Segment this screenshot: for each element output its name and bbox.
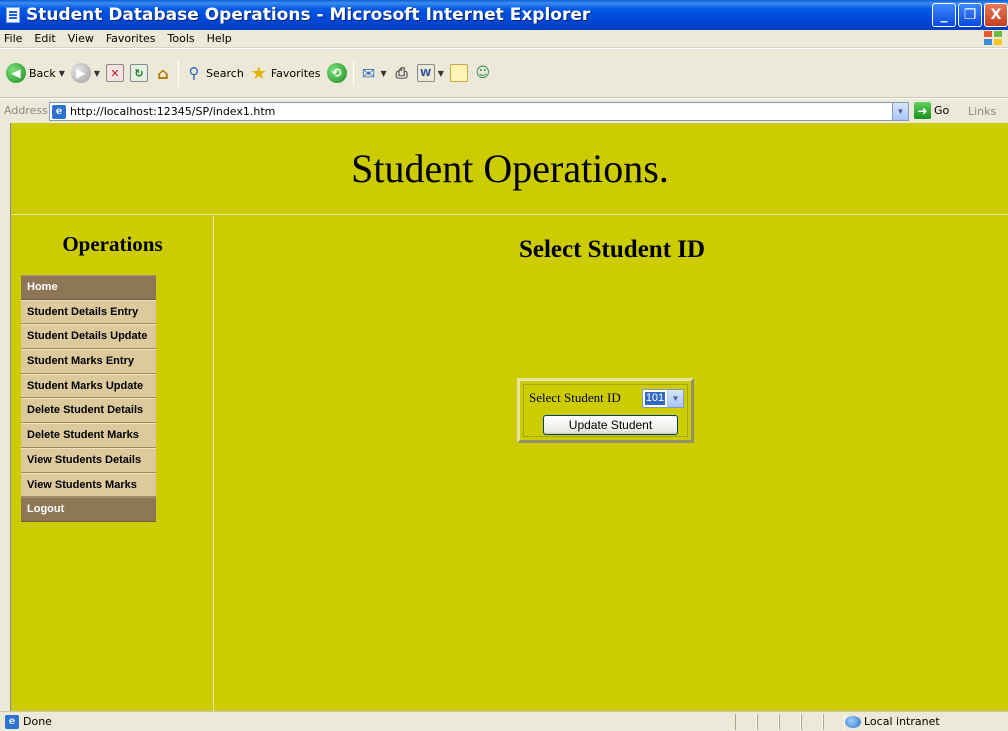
search-icon: ⚲	[188, 64, 200, 82]
page-icon	[6, 7, 20, 23]
search-button[interactable]: ⚲ Search	[182, 58, 247, 88]
address-bar: Address e http://localhost:12345/SP/inde…	[0, 98, 1008, 122]
nav-student-details-update[interactable]: Student Details Update	[21, 324, 156, 350]
back-icon: ◀	[6, 63, 26, 83]
messenger-icon: ☺	[475, 65, 491, 81]
status-panel	[823, 714, 845, 730]
status-panels	[735, 714, 845, 730]
chevron-down-icon: ▼	[58, 68, 65, 78]
nav-view-students-details[interactable]: View Students Details	[21, 447, 156, 473]
student-id-select[interactable]: 101 ▼	[642, 389, 684, 408]
chevron-down-icon: ▼	[437, 68, 444, 78]
forward-button[interactable]: ▶ ▼	[68, 58, 103, 88]
title-bar: Student Database Operations - Microsoft …	[0, 0, 1008, 30]
refresh-button[interactable]: ↻	[127, 58, 151, 88]
form-table: Select Student ID 101 ▼ Update Student	[523, 384, 688, 437]
window-title: Student Database Operations - Microsoft …	[26, 5, 591, 25]
close-button[interactable]: X	[984, 3, 1008, 27]
nav-logout[interactable]: Logout	[21, 497, 156, 522]
back-label: Back	[29, 66, 56, 80]
student-id-value: 101	[645, 392, 665, 405]
print-button[interactable]: ⎙	[390, 58, 414, 88]
toolbar-divider	[178, 60, 180, 86]
window-controls: _ ❐ X	[932, 3, 1008, 27]
status-panel	[735, 714, 757, 730]
address-url[interactable]: http://localhost:12345/SP/index1.htm	[70, 105, 275, 118]
search-label: Search	[206, 66, 244, 80]
menu-edit[interactable]: Edit	[28, 32, 61, 45]
chevron-down-icon: ▼	[380, 68, 387, 78]
status-bar: e Done Local intranet	[0, 711, 1008, 731]
nav-student-details-entry[interactable]: Student Details Entry	[21, 299, 156, 325]
links-button[interactable]: Links	[968, 105, 996, 118]
history-button[interactable]: ⟲	[324, 58, 350, 88]
security-zone: Local intranet	[845, 715, 940, 728]
menu-file[interactable]: File	[0, 32, 28, 45]
stop-icon: ✕	[106, 64, 125, 82]
favorites-icon: ★	[250, 62, 267, 84]
refresh-icon: ↻	[130, 64, 149, 82]
main-panel: Select Student ID Select Student ID 101 …	[215, 216, 1008, 711]
address-label: Address	[4, 104, 48, 117]
go-label: Go	[934, 104, 950, 117]
ie-page-icon: e	[52, 104, 66, 119]
page-title: Student Operations.	[351, 146, 669, 191]
zone-label: Local intranet	[864, 715, 940, 728]
print-icon: ⎙	[395, 64, 408, 82]
nav-delete-student-marks[interactable]: Delete Student Marks	[21, 423, 156, 448]
home-icon: ⌂	[157, 63, 169, 83]
mail-button[interactable]: ✉ ▼	[357, 58, 390, 88]
toolbar: ◀ Back ▼ ▶ ▼ ✕ ↻ ⌂ ⚲ Search ★ Favorites …	[0, 48, 1008, 98]
minimize-button[interactable]: _	[932, 3, 956, 27]
messenger-button[interactable]: ☺	[471, 58, 495, 88]
select-student-form: Select Student ID 101 ▼ Update Student	[517, 378, 694, 443]
nav-student-marks-update[interactable]: Student Marks Update	[21, 373, 156, 399]
main-heading: Select Student ID	[518, 236, 706, 263]
status-panel	[801, 714, 823, 730]
sidebar-nav: Home Student Details Entry Student Detai…	[21, 275, 156, 522]
sidebar-title: Operations	[62, 232, 163, 256]
edit-button[interactable]: W ▼	[414, 58, 447, 88]
status-panel	[779, 714, 801, 730]
maximize-button[interactable]: ❐	[958, 3, 982, 27]
nav-view-students-marks[interactable]: View Students Marks	[21, 472, 156, 498]
nav-delete-student-details[interactable]: Delete Student Details	[21, 398, 156, 424]
history-icon: ⟲	[326, 63, 347, 83]
status-panel	[757, 714, 779, 730]
forward-icon: ▶	[70, 63, 91, 83]
go-arrow-icon: ➜	[914, 102, 931, 119]
ie-page-icon: e	[5, 714, 19, 729]
menu-favorites[interactable]: Favorites	[100, 32, 162, 45]
chevron-down-icon: ▼	[93, 68, 101, 78]
home-button[interactable]: ⌂	[151, 58, 175, 88]
discuss-button[interactable]	[447, 58, 471, 88]
address-dropdown-icon[interactable]: ▼	[892, 103, 908, 120]
update-student-button[interactable]: Update Student	[543, 415, 678, 435]
menu-tools[interactable]: Tools	[162, 32, 201, 45]
page-header: Student Operations.	[11, 123, 1008, 215]
nav-home[interactable]: Home	[21, 275, 156, 300]
toolbar-divider	[352, 60, 354, 86]
favorites-label: Favorites	[270, 66, 321, 80]
note-icon	[449, 64, 468, 82]
menu-bar: File Edit View Favorites Tools Help	[0, 30, 1008, 48]
favorites-button[interactable]: ★ Favorites	[247, 58, 324, 88]
menu-help[interactable]: Help	[201, 32, 238, 45]
go-button[interactable]: ➜ Go	[914, 102, 949, 119]
intranet-icon	[845, 715, 861, 728]
nav-student-marks-entry[interactable]: Student Marks Entry	[21, 349, 156, 374]
back-button[interactable]: ◀ Back ▼	[3, 58, 68, 88]
address-input[interactable]: e http://localhost:12345/SP/index1.htm ▼	[49, 102, 909, 121]
student-id-label: Select Student ID	[529, 390, 621, 405]
status-text: Done	[23, 715, 52, 728]
edit-icon: W	[416, 64, 435, 82]
menu-view[interactable]: View	[62, 32, 100, 45]
windows-logo-icon	[984, 31, 1004, 47]
sidebar: Operations Home Student Details Entry St…	[11, 216, 214, 711]
page-content: Student Operations. Operations Home Stud…	[10, 123, 1008, 711]
stop-button[interactable]: ✕	[103, 58, 127, 88]
mail-icon: ✉	[361, 63, 376, 83]
chevron-down-icon[interactable]: ▼	[667, 390, 683, 407]
